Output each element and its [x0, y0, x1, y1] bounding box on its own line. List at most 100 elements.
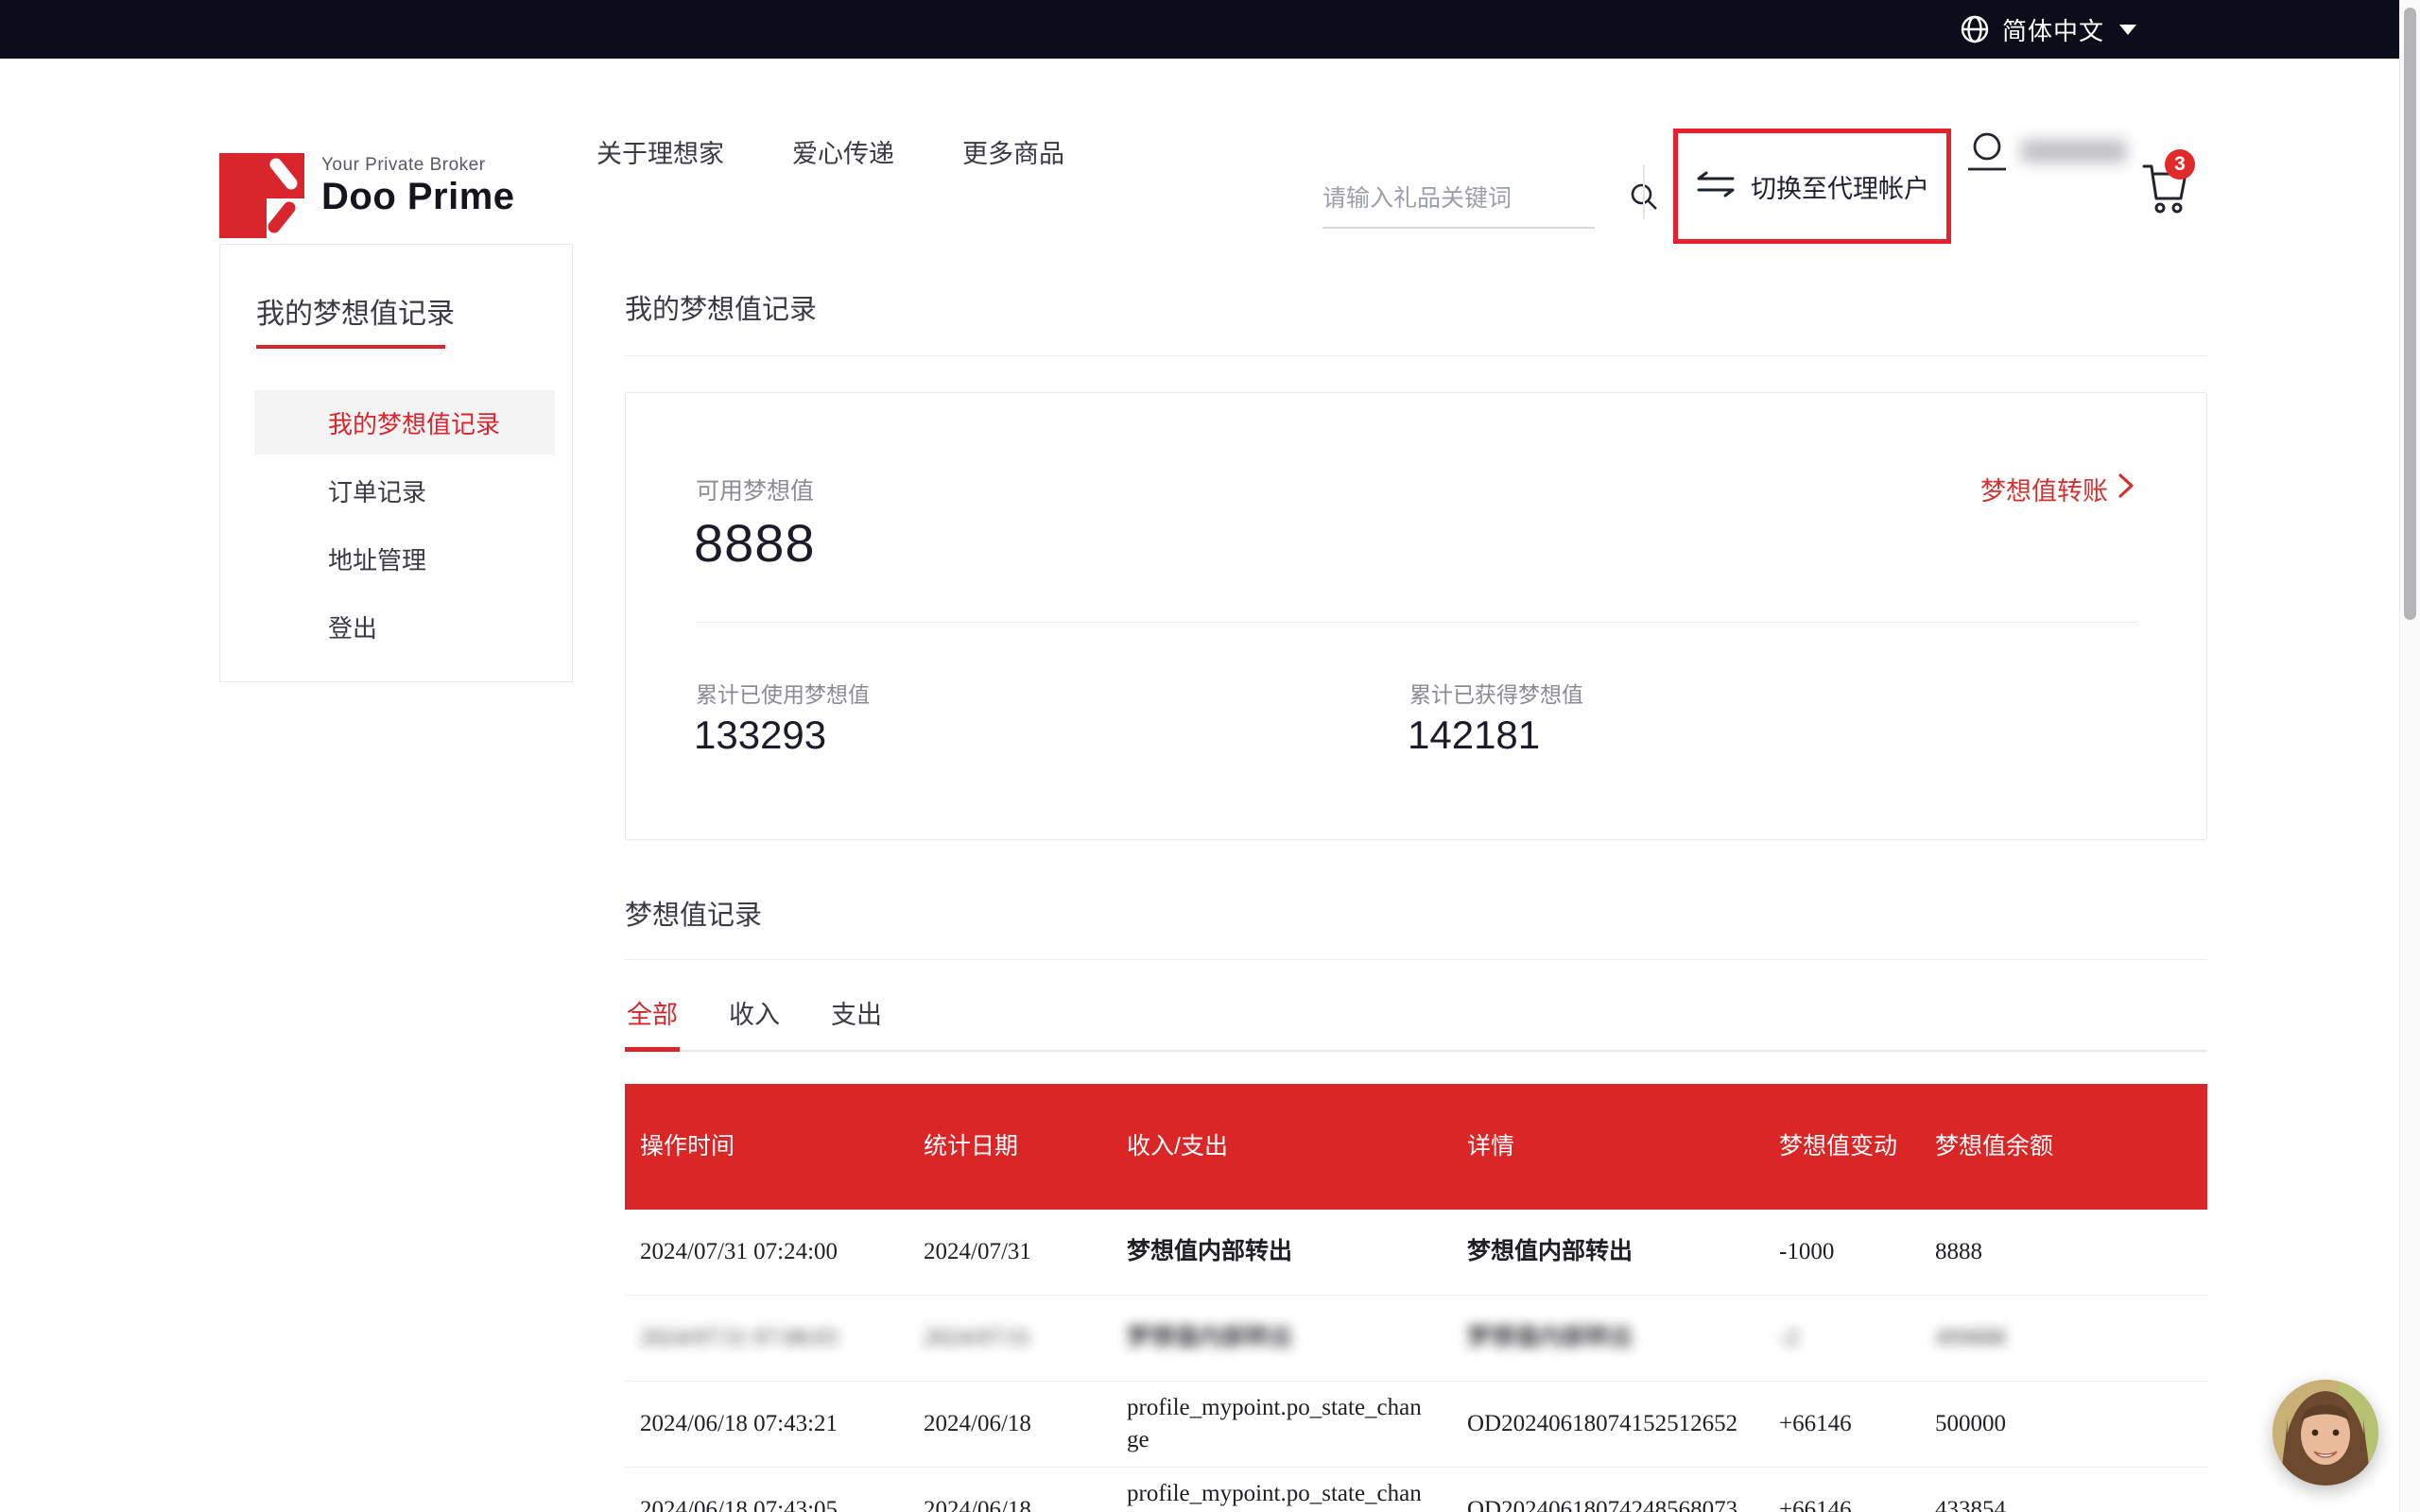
col-income-expense: 收入/支出 — [1112, 1120, 1452, 1175]
cell-change: -1000 — [1764, 1227, 1920, 1278]
earned-value-label: 累计已获得梦想值 — [1409, 677, 1583, 709]
cell-type: profile_mypoint.po_state_change — [1112, 1383, 1452, 1466]
cell-change: +66146 — [1764, 1399, 1920, 1450]
title-divider — [625, 355, 2207, 356]
available-value: 8888 — [694, 512, 816, 574]
globe-icon — [1959, 13, 1991, 45]
sidebar-item-dream-value-records[interactable]: 我的梦想值记录 — [254, 390, 555, 455]
used-value-label: 累计已使用梦想值 — [696, 677, 870, 709]
main-nav: 关于理想家 爱心传递 更多商品 — [596, 59, 1064, 244]
dream-value-summary-card: 可用梦想值 8888 梦想值转账 累计已使用梦想值 133293 累计已获得梦想… — [625, 392, 2207, 840]
cell-date: 2024/07/31 — [908, 1227, 1112, 1278]
table-row: 2024/07/31 07:24:00 2024/07/31 梦想值内部转出 梦… — [625, 1210, 2207, 1296]
cell-detail: 梦想值内部转出 — [1452, 1227, 1764, 1278]
tab-income[interactable]: 收入 — [727, 988, 782, 1050]
cell-balance: 500000 — [1920, 1399, 2207, 1450]
sidebar-item-label: 订单记录 — [328, 473, 426, 508]
cart-count-badge: 3 — [2165, 149, 2195, 180]
username-blurred — [2021, 140, 2127, 163]
logo-mark-icon — [219, 153, 304, 243]
cell-type: 梦想值内部转出 — [1112, 1313, 1452, 1364]
table-row: 2024/06/18 07:43:05 2024/06/18 profile_m… — [625, 1468, 2207, 1512]
col-value-balance: 梦想值余额 — [1920, 1120, 2207, 1175]
cell-date: 2024/06/18 — [908, 1399, 1112, 1450]
available-value-label: 可用梦想值 — [696, 472, 814, 507]
sidebar-item-label: 地址管理 — [328, 541, 426, 576]
sidebar-title: 我的梦想值记录 — [256, 290, 455, 332]
card-divider — [696, 622, 2138, 623]
cell-change: +66146 — [1764, 1485, 1920, 1512]
main-content: 我的梦想值记录 可用梦想值 8888 梦想值转账 累计已使用梦想值 133293… — [625, 244, 2207, 1512]
page-title: 我的梦想值记录 — [625, 287, 2207, 327]
scrollbar-thumb[interactable] — [2404, 8, 2416, 620]
table-header-row: 操作时间 统计日期 收入/支出 详情 梦想值变动 梦想值余额 — [625, 1084, 2207, 1210]
switch-to-agent-account-button[interactable]: 切换至代理帐户 — [1695, 167, 1929, 206]
cell-change: -2 — [1764, 1313, 1920, 1364]
used-value: 133293 — [694, 713, 826, 758]
col-value-change: 梦想值变动 — [1764, 1120, 1920, 1175]
nav-item-more-products[interactable]: 更多商品 — [962, 133, 1064, 170]
tab-all[interactable]: 全部 — [625, 988, 680, 1050]
doo-prime-logo[interactable]: Your Private Broker Doo Prime — [219, 153, 515, 243]
swap-arrows-icon — [1695, 167, 1737, 206]
search-input[interactable] — [1322, 185, 1627, 213]
col-stat-date: 统计日期 — [908, 1120, 1112, 1175]
cell-time: 2024/07/31 07:24:00 — [625, 1227, 908, 1278]
cell-time: 2024/06/18 07:43:21 — [625, 1399, 908, 1450]
dream-value-transfer-link[interactable]: 梦想值转账 — [1980, 471, 2135, 507]
language-label: 简体中文 — [2002, 12, 2104, 47]
scrollbar-track[interactable] — [2399, 0, 2420, 1512]
tab-expense[interactable]: 支出 — [829, 988, 884, 1050]
table-row: 2024/06/18 07:43:21 2024/06/18 profile_m… — [625, 1382, 2207, 1468]
nav-item-charity[interactable]: 爱心传递 — [792, 133, 894, 170]
user-account[interactable] — [1964, 59, 2127, 244]
chevron-right-icon — [2118, 472, 2135, 506]
logo-text: Your Private Broker Doo Prime — [321, 153, 515, 217]
user-icon — [1964, 126, 2008, 178]
transfer-link-label: 梦想值转账 — [1980, 471, 2108, 507]
cell-detail: 梦想值内部转出 — [1452, 1313, 1764, 1364]
sidebar-menu: 我的梦想值记录 订单记录 地址管理 登出 — [220, 390, 572, 659]
cell-date: 2024/07/31 — [908, 1313, 1112, 1364]
records-tabs: 全部 收入 支出 — [625, 988, 2207, 1052]
records-section-title: 梦想值记录 — [625, 893, 2207, 933]
sidebar-item-address-management[interactable]: 地址管理 — [254, 526, 555, 591]
table-row-blurred: 2024/07/31 07:08:03 2024/07/31 梦想值内部转出 梦… — [625, 1296, 2207, 1382]
records-divider — [625, 959, 2207, 960]
records-table: 操作时间 统计日期 收入/支出 详情 梦想值变动 梦想值余额 2024/07/3… — [625, 1084, 2207, 1512]
cell-type: 梦想值内部转出 — [1112, 1227, 1452, 1278]
cell-detail: OD20240618074248568073 — [1452, 1485, 1764, 1512]
switch-account-label: 切换至代理帐户 — [1751, 168, 1929, 205]
cell-time: 2024/06/18 07:43:05 — [625, 1485, 908, 1512]
chat-avatar-bubble[interactable] — [2273, 1380, 2378, 1486]
sidebar-item-label: 我的梦想值记录 — [328, 405, 500, 440]
cell-detail: OD20240618074152512652 — [1452, 1399, 1764, 1450]
chevron-down-icon — [2119, 25, 2136, 35]
annotation-highlight-box: 切换至代理帐户 — [1673, 129, 1951, 244]
header-divider — [1643, 164, 1645, 219]
sidebar-item-label: 登出 — [328, 610, 377, 644]
earned-value: 142181 — [1408, 713, 1540, 758]
cart-button[interactable]: 3 — [2135, 149, 2220, 225]
sidebar-item-order-records[interactable]: 订单记录 — [254, 458, 555, 523]
logo-brand: Doo Prime — [321, 176, 515, 217]
cell-balance: 499888 — [1920, 1313, 2207, 1364]
top-utility-bar: 简体中文 — [0, 0, 2399, 59]
nav-item-about[interactable]: 关于理想家 — [596, 133, 724, 170]
cell-time: 2024/07/31 07:08:03 — [625, 1313, 908, 1364]
cell-balance: 8888 — [1920, 1227, 2207, 1278]
logo-tagline: Your Private Broker — [321, 155, 515, 176]
cell-balance: 433854 — [1920, 1485, 2207, 1512]
account-sidebar: 我的梦想值记录 我的梦想值记录 订单记录 地址管理 登出 — [219, 244, 573, 682]
cell-type: profile_mypoint.po_state_change — [1112, 1469, 1452, 1512]
sidebar-item-logout[interactable]: 登出 — [254, 594, 555, 659]
col-operation-time: 操作时间 — [625, 1120, 908, 1175]
cell-date: 2024/06/18 — [908, 1485, 1112, 1512]
sidebar-title-underline — [256, 345, 445, 349]
gift-search-box — [1322, 170, 1595, 229]
language-selector[interactable]: 简体中文 — [1959, 12, 2136, 47]
col-detail: 详情 — [1452, 1120, 1764, 1175]
avatar-photo — [2273, 1380, 2378, 1486]
site-header: Your Private Broker Doo Prime 关于理想家 爱心传递… — [0, 59, 2399, 244]
page: 简体中文 Your Private Broker Doo Prime 关于理想家… — [0, 0, 2420, 1512]
